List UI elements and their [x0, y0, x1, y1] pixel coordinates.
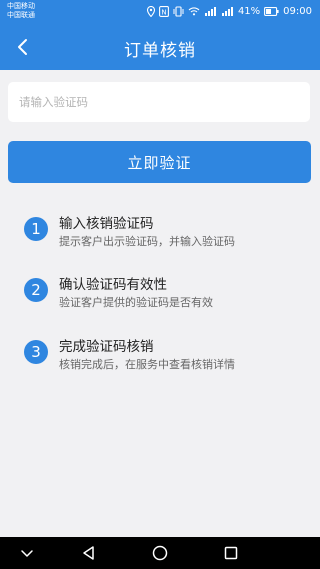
step-number-badge: 1: [24, 217, 48, 241]
battery-icon: [264, 6, 279, 16]
location-icon: [146, 5, 155, 17]
verify-button-label: 立即验证: [127, 153, 192, 172]
step-item-2: 2 确认验证码有效性 验证客户提供的验证码是否有效: [24, 273, 304, 313]
vibrate-icon: [173, 5, 184, 17]
system-nav-bar: [0, 537, 320, 569]
step-item-3: 3 完成验证码核销 核销完成后，在服务中查看核销详情: [24, 335, 304, 375]
step-description: 提示客户出示验证码，并输入验证码: [59, 235, 235, 248]
nav-home-button[interactable]: [150, 543, 170, 563]
step-title: 确认验证码有效性: [59, 277, 167, 293]
svg-text:N: N: [161, 8, 166, 16]
status-time: 09:00: [283, 5, 312, 17]
verification-code-field: [8, 82, 310, 122]
signal-icon-1: [204, 6, 217, 16]
nav-back-button[interactable]: [79, 543, 99, 563]
home-circle-icon: [152, 545, 168, 561]
step-description: 核销完成后，在服务中查看核销详情: [59, 358, 235, 371]
step-item-1: 1 输入核销验证码 提示客户出示验证码，并输入验证码: [24, 212, 304, 252]
nav-recents-button[interactable]: [221, 543, 241, 563]
carrier-2: 中国联通: [7, 11, 35, 19]
recents-square-icon: [224, 546, 238, 560]
verify-now-button[interactable]: 立即验证: [8, 141, 311, 183]
battery-percent: 41%: [237, 5, 261, 17]
step-title: 输入核销验证码: [59, 216, 154, 232]
app-header: 订单核销: [0, 24, 320, 70]
carrier-1: 中国移动: [7, 2, 35, 10]
chevron-down-icon: [21, 550, 33, 557]
wifi-icon: [188, 6, 200, 16]
page-title: 订单核销: [124, 41, 196, 61]
verification-code-input[interactable]: [8, 82, 310, 122]
back-triangle-icon: [83, 546, 94, 560]
step-title: 完成验证码核销: [59, 339, 154, 355]
hide-keyboard-button[interactable]: [17, 543, 37, 563]
status-bar: 中国移动 中国联通 N 41% 09:00: [0, 0, 320, 24]
status-icons: N 41% 09:00: [146, 4, 312, 18]
step-description: 验证客户提供的验证码是否有效: [59, 296, 213, 309]
step-number-badge: 2: [24, 278, 48, 302]
signal-icon-2: [221, 6, 234, 16]
carrier-info: 中国移动 中国联通: [7, 2, 35, 20]
step-number-badge: 3: [24, 340, 48, 364]
nfc-icon: N: [158, 5, 169, 17]
